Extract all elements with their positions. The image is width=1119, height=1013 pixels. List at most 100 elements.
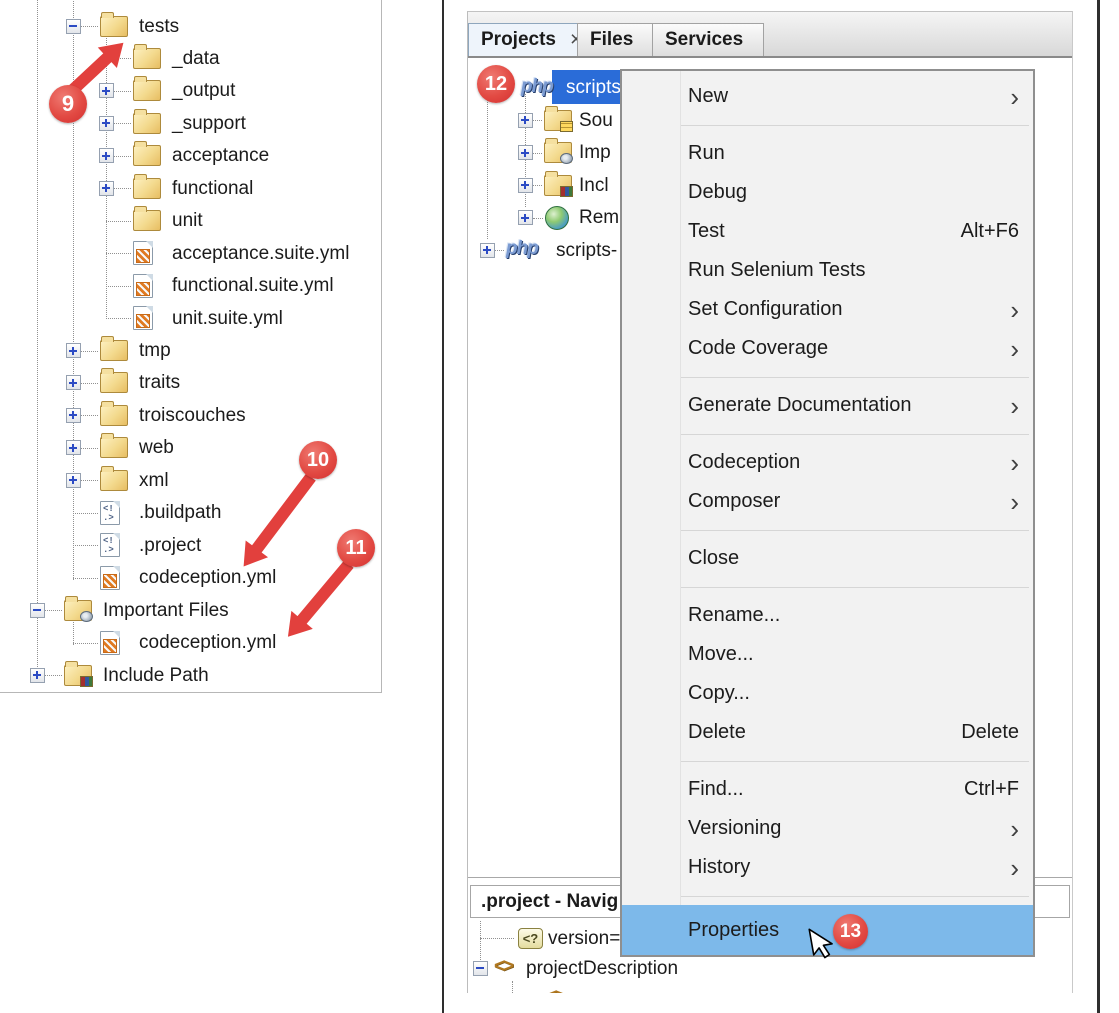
tree-item[interactable]: Important Files	[0, 594, 381, 627]
tree-item[interactable]: acceptance.suite.yml	[0, 237, 381, 270]
tree-item[interactable]: codeception.yml	[0, 561, 381, 594]
menu-item-close[interactable]: Close	[622, 539, 1033, 578]
submenu-arrow-icon: ›	[1010, 855, 1019, 881]
tree-item[interactable]: tests	[0, 10, 381, 43]
xml-tag-icon: <>	[546, 987, 572, 993]
context-menu: New› RunDebugTestAlt+F6Run Selenium Tests…	[620, 69, 1035, 957]
tree-guide-stub	[106, 286, 131, 287]
menu-separator	[680, 761, 1029, 762]
tree-item[interactable]: codeception.yml	[0, 626, 381, 659]
yml-file-icon	[133, 241, 153, 265]
tree-guide-stub	[73, 578, 98, 579]
project-tree-item-label: scripts-	[566, 71, 627, 104]
tree-item[interactable]: unit	[0, 204, 381, 237]
tree-item-label: codeception.yml	[139, 561, 276, 594]
menu-item-code-coverage[interactable]: Code Coverage›	[622, 329, 1033, 368]
menu-item-move[interactable]: Move...	[622, 635, 1033, 674]
expand-plus-icon[interactable]	[66, 473, 81, 488]
menu-item-label: Find...	[688, 778, 944, 801]
menu-item-find[interactable]: Find... Ctrl+F	[622, 770, 1033, 809]
menu-item-history[interactable]: History ›	[622, 848, 1033, 887]
folder-icon	[133, 178, 161, 199]
include-path-folder-icon	[544, 175, 572, 196]
submenu-arrow-icon: ›	[1010, 450, 1019, 476]
expand-plus-icon[interactable]	[518, 145, 533, 160]
mouse-cursor-icon	[807, 924, 841, 964]
tree-item[interactable]: acceptance	[0, 139, 381, 172]
expand-plus-icon[interactable]	[66, 375, 81, 390]
magnifier-badge-icon	[560, 153, 573, 164]
expand-plus-icon[interactable]	[30, 668, 45, 683]
tree-item[interactable]: traits	[0, 366, 381, 399]
menu-item-new[interactable]: New›	[622, 77, 1033, 116]
submenu-arrow-icon: ›	[1010, 393, 1019, 419]
expand-plus-icon[interactable]	[66, 440, 81, 455]
expand-plus-icon[interactable]	[99, 116, 114, 131]
folder-icon	[133, 48, 161, 69]
tree-guide-stub	[495, 250, 504, 251]
menu-item-composer[interactable]: Composer›	[622, 482, 1033, 521]
menu-item-delete[interactable]: DeleteDelete	[622, 713, 1033, 752]
menu-item-run[interactable]: Run	[622, 134, 1033, 173]
expand-plus-icon[interactable]	[66, 343, 81, 358]
expand-plus-icon[interactable]	[518, 113, 533, 128]
collapse-minus-icon[interactable]	[473, 961, 488, 976]
menu-item-codeception[interactable]: Codeception›	[622, 443, 1033, 482]
menu-item-shortcut: Ctrl+F	[964, 778, 1019, 801]
grid-badge-icon	[560, 121, 573, 132]
menu-item-copy[interactable]: Copy...	[622, 674, 1033, 713]
tree-guide-stub	[533, 120, 542, 121]
menu-item-generate-documentation[interactable]: Generate Documentation›	[622, 386, 1033, 425]
navigator-tree-item[interactable]: <>	[468, 982, 1072, 993]
expand-plus-icon[interactable]	[518, 178, 533, 193]
tree-item[interactable]: Include Path	[0, 659, 381, 692]
tab-files[interactable]: Files	[577, 23, 653, 56]
menu-item-set-configuration[interactable]: Set Configuration›	[622, 290, 1033, 329]
tree-item[interactable]: _data	[0, 42, 381, 75]
tab-label: Services	[665, 29, 743, 51]
folder-icon	[100, 405, 128, 426]
tree-item[interactable]: troiscouches	[0, 399, 381, 432]
expand-plus-icon[interactable]	[66, 408, 81, 423]
menu-item-debug[interactable]: Debug	[622, 173, 1033, 212]
menu-item-versioning[interactable]: Versioning›	[622, 809, 1033, 848]
tree-item[interactable]: tmp	[0, 334, 381, 367]
expand-plus-icon[interactable]	[480, 243, 495, 258]
collapse-minus-icon[interactable]	[30, 603, 45, 618]
tab-label: Files	[590, 29, 633, 51]
menu-item-test[interactable]: TestAlt+F6	[622, 212, 1033, 251]
tab-projects[interactable]: Projects×	[468, 23, 578, 56]
menu-item-shortcut: Alt+F6	[961, 220, 1019, 243]
tree-item-label: _output	[172, 74, 235, 107]
menu-item-run-selenium-tests[interactable]: Run Selenium Tests	[622, 251, 1033, 290]
project-tree-item-label: Rem	[579, 201, 619, 234]
annotation-badge-number: 11	[345, 537, 366, 560]
table-cell-divider	[442, 0, 444, 1013]
tree-item[interactable]: <! .>.project	[0, 529, 381, 562]
tab-services[interactable]: Services	[652, 23, 764, 56]
expand-plus-icon[interactable]	[99, 181, 114, 196]
collapse-minus-icon[interactable]	[66, 19, 81, 34]
expand-plus-icon[interactable]	[518, 210, 533, 225]
project-tree-item-label: Incl	[579, 169, 609, 202]
menu-item-label: Move...	[688, 643, 1019, 666]
tree-item[interactable]: unit.suite.yml	[0, 302, 381, 335]
tree-guide-stub	[73, 643, 98, 644]
menu-item-label: Rename...	[688, 604, 1019, 627]
tree-item-label: functional	[172, 172, 253, 205]
tree-item[interactable]: functional.suite.yml	[0, 269, 381, 302]
annotation-badge: 11	[337, 529, 375, 567]
tree-item-label: tests	[139, 10, 179, 43]
yml-file-icon	[133, 274, 153, 298]
tree-item[interactable]: functional	[0, 172, 381, 205]
tree-item-label: traits	[139, 366, 180, 399]
books-badge-icon	[80, 676, 93, 687]
annotation-badge-number: 9	[62, 91, 74, 117]
menu-item-label: History	[688, 856, 990, 879]
expand-plus-icon[interactable]	[99, 148, 114, 163]
menu-item-label: Close	[688, 547, 1019, 570]
menu-item-rename[interactable]: Rename...	[622, 596, 1033, 635]
expand-plus-icon[interactable]	[99, 83, 114, 98]
menu-item-label: Code Coverage	[688, 337, 990, 360]
tree-item[interactable]: <! .>.buildpath	[0, 496, 381, 529]
